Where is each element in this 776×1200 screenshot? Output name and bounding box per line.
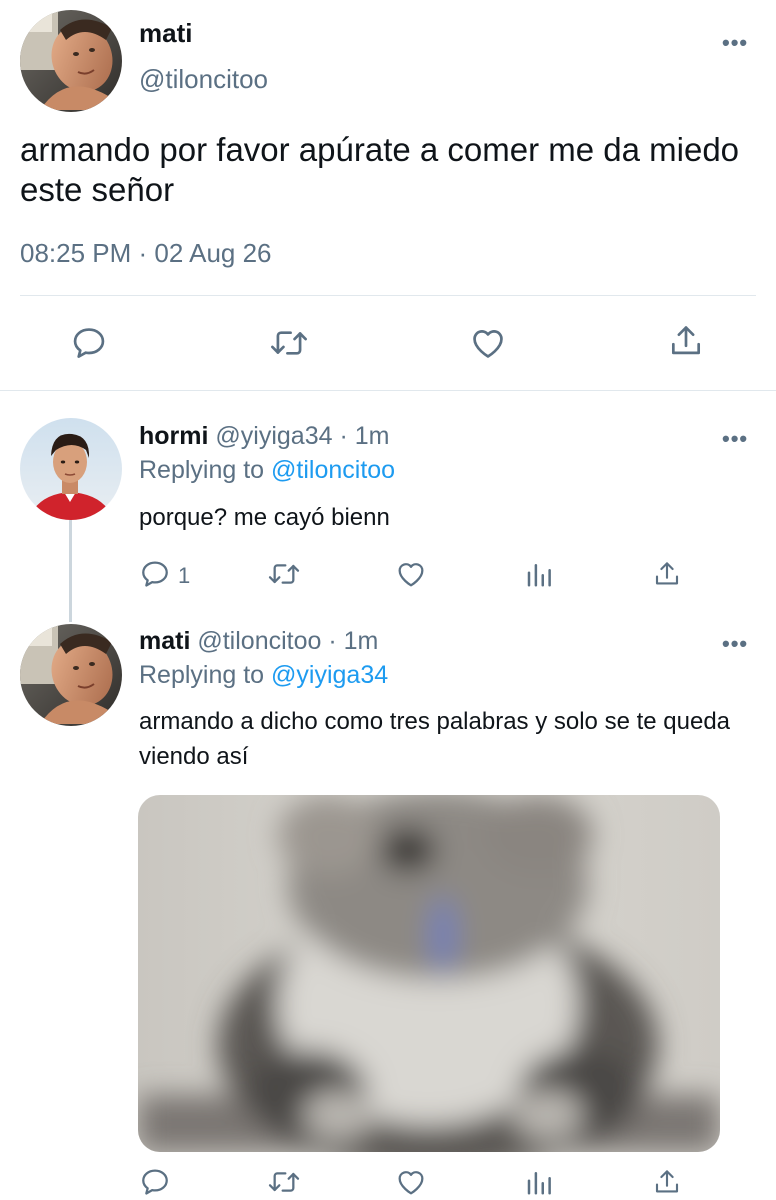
reply-time[interactable]: 1m	[355, 422, 390, 450]
reply-icon[interactable]	[139, 1166, 171, 1198]
analytics-icon[interactable]	[524, 558, 554, 590]
replying-to-link[interactable]: @yiyiga34	[271, 661, 388, 689]
thread-line	[69, 520, 72, 622]
tweet-media[interactable]	[138, 795, 720, 1152]
like-icon[interactable]	[394, 1166, 428, 1198]
reply-icon[interactable]	[70, 324, 108, 362]
reply-icon[interactable]	[139, 558, 171, 590]
reply-text: armando a dicho como tres palabras y sol…	[139, 708, 731, 770]
more-options-icon[interactable]: •••	[722, 426, 748, 452]
author-name[interactable]: mati	[139, 18, 192, 49]
divider	[0, 390, 776, 391]
replying-to-label: Replying to	[139, 456, 265, 484]
share-icon[interactable]	[667, 322, 705, 360]
tweet-timestamp[interactable]: 08:25 PM · 02 Aug 26	[20, 238, 272, 269]
like-icon[interactable]	[468, 324, 508, 362]
more-options-icon[interactable]: •••	[722, 631, 748, 657]
retweet-icon[interactable]	[266, 1166, 302, 1198]
retweet-icon[interactable]	[268, 324, 310, 362]
retweet-icon[interactable]	[266, 558, 302, 590]
avatar-photo	[20, 418, 122, 520]
replying-to: Replying to @tiloncitoo	[139, 456, 395, 485]
divider	[20, 295, 756, 296]
reply-header: hormi @yiyiga34 · 1m	[139, 422, 389, 451]
more-options-icon[interactable]: •••	[722, 30, 748, 56]
author-handle[interactable]: @tiloncitoo	[139, 64, 268, 95]
reply-header: mati @tiloncitoo · 1m	[139, 627, 378, 656]
reply-author-name[interactable]: hormi	[139, 422, 208, 450]
replying-to-link[interactable]: @tiloncitoo	[271, 456, 395, 484]
analytics-icon[interactable]	[524, 1166, 554, 1198]
reply-time[interactable]: 1m	[344, 627, 379, 655]
media-photo	[138, 795, 720, 1152]
reply-author-name[interactable]: mati	[139, 627, 190, 655]
reply-count: 1	[178, 563, 191, 588]
replying-to-label: Replying to	[139, 661, 265, 689]
avatar-photo	[20, 10, 122, 112]
separator-dot: ·	[339, 422, 348, 450]
author-avatar[interactable]	[20, 10, 122, 112]
like-icon[interactable]	[394, 558, 428, 590]
share-icon[interactable]	[652, 558, 682, 590]
reply-text: porque? me cayó bienn	[139, 504, 390, 531]
reply-avatar[interactable]	[20, 624, 122, 726]
reply-author-handle[interactable]: @yiyiga34	[215, 422, 332, 450]
share-icon[interactable]	[652, 1166, 682, 1198]
reply-author-handle[interactable]: @tiloncitoo	[197, 627, 321, 655]
separator-dot: ·	[328, 627, 337, 655]
avatar-photo	[20, 624, 122, 726]
reply-avatar[interactable]	[20, 418, 122, 520]
replying-to: Replying to @yiyiga34	[139, 661, 388, 690]
tweet-text: armando por favor apúrate a comer me da …	[20, 131, 740, 208]
